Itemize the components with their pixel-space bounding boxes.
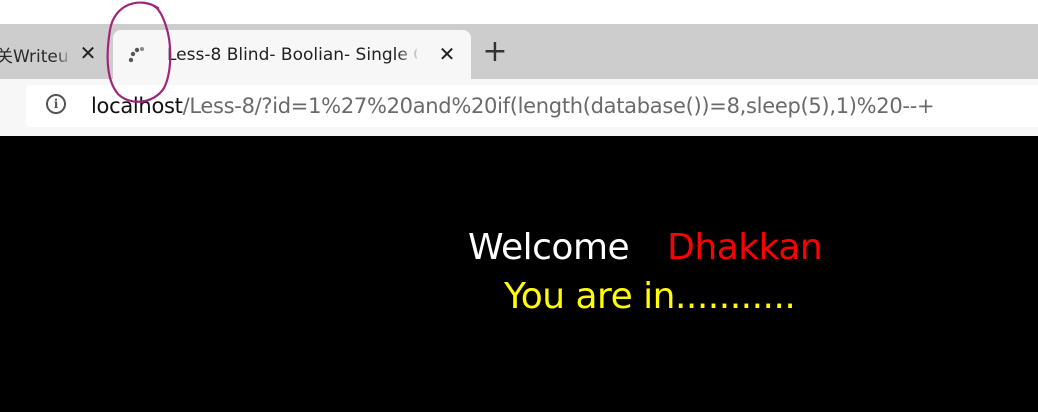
login-status: You are in........... bbox=[504, 276, 796, 317]
new-tab-button[interactable]: + bbox=[481, 37, 509, 67]
welcome-line: Welcome Dhakkan bbox=[468, 227, 823, 268]
info-icon[interactable]: i bbox=[46, 94, 66, 114]
tab-writeup[interactable]: 关Writeup ✕ bbox=[0, 24, 110, 79]
page-content: Welcome Dhakkan You are in........... bbox=[0, 136, 1038, 412]
tab-title: Less-8 Blind- Boolian- Single Quotes bbox=[167, 45, 417, 65]
welcome-text: Welcome bbox=[468, 227, 630, 268]
tab-strip: 关Writeup ✕ Less-8 Blind- Boolian- Single… bbox=[0, 24, 1038, 79]
url-path: /Less-8/?id=1%27%20and%20if(length(datab… bbox=[182, 94, 935, 118]
close-icon[interactable]: ✕ bbox=[437, 44, 457, 64]
close-icon[interactable]: ✕ bbox=[78, 43, 98, 63]
tab-title-fade bbox=[397, 40, 421, 70]
browser-window: 关Writeup ✕ Less-8 Blind- Boolian- Single… bbox=[0, 0, 1038, 412]
url-host: localhost bbox=[91, 94, 183, 118]
url-text[interactable]: localhost/Less-8/?id=1%27%20and%20if(len… bbox=[91, 94, 935, 118]
tab-less-8[interactable]: Less-8 Blind- Boolian- Single Quotes ✕ bbox=[113, 30, 471, 79]
address-bar[interactable]: i localhost/Less-8/?id=1%27%20and%20if(l… bbox=[26, 85, 1038, 127]
tab-title-fade bbox=[56, 38, 72, 66]
user-name: Dhakkan bbox=[667, 227, 823, 268]
loading-spinner-icon bbox=[126, 44, 148, 66]
address-bar-area: i localhost/Less-8/?id=1%27%20and%20if(l… bbox=[0, 79, 1038, 136]
